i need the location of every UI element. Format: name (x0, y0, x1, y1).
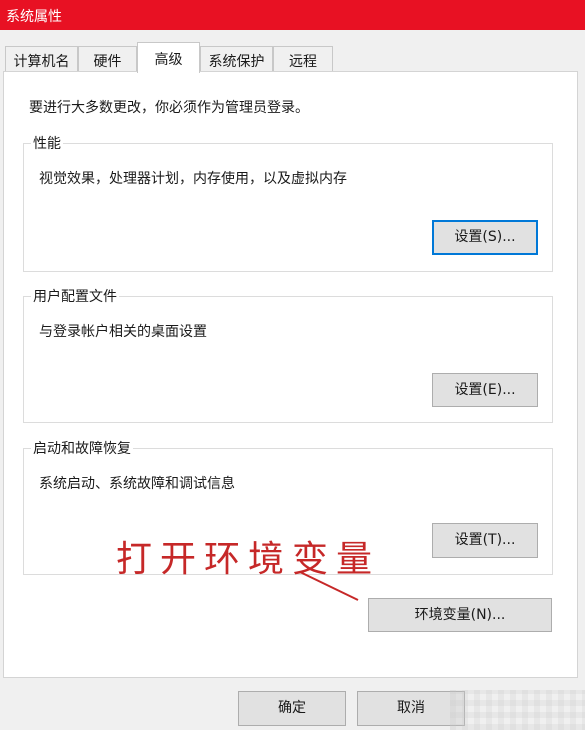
tab-remote[interactable]: 远程 (273, 46, 333, 72)
environment-variables-button[interactable]: 环境变量(N)... (368, 598, 552, 632)
performance-description: 视觉效果，处理器计划，内存使用，以及虚拟内存 (39, 171, 347, 187)
window-titlebar: 系统属性 (0, 0, 585, 30)
annotation-open-env-vars: 打开环境变量 (116, 539, 381, 580)
window-title: 系统属性 (6, 9, 62, 25)
performance-group-title: 性能 (31, 133, 63, 153)
tab-advanced[interactable]: 高级 (137, 42, 200, 73)
user-profiles-group: 用户配置文件 与登录帐户相关的桌面设置 设置(E)... (23, 286, 553, 423)
performance-settings-button[interactable]: 设置(S)... (432, 220, 538, 255)
user-profiles-settings-button[interactable]: 设置(E)... (432, 373, 538, 407)
ok-button[interactable]: 确定 (238, 691, 346, 726)
startup-recovery-group-title: 启动和故障恢复 (31, 438, 133, 458)
user-profiles-description: 与登录帐户相关的桌面设置 (39, 324, 207, 340)
startup-recovery-description: 系统启动、系统故障和调试信息 (39, 476, 235, 492)
admin-note: 要进行大多数更改，你必须作为管理员登录。 (29, 100, 309, 116)
tab-computer-name[interactable]: 计算机名 (5, 46, 78, 72)
cancel-button[interactable]: 取消 (357, 691, 465, 726)
watermark-pattern (450, 690, 585, 730)
tab-strip: 计算机名 硬件 高级 系统保护 远程 (0, 42, 585, 73)
performance-group: 性能 视觉效果，处理器计划，内存使用，以及虚拟内存 设置(S)... (23, 133, 553, 272)
startup-recovery-settings-button[interactable]: 设置(T)... (432, 523, 538, 558)
tab-system-protection[interactable]: 系统保护 (200, 46, 273, 72)
tab-hardware[interactable]: 硬件 (78, 46, 137, 72)
user-profiles-group-title: 用户配置文件 (31, 286, 119, 306)
